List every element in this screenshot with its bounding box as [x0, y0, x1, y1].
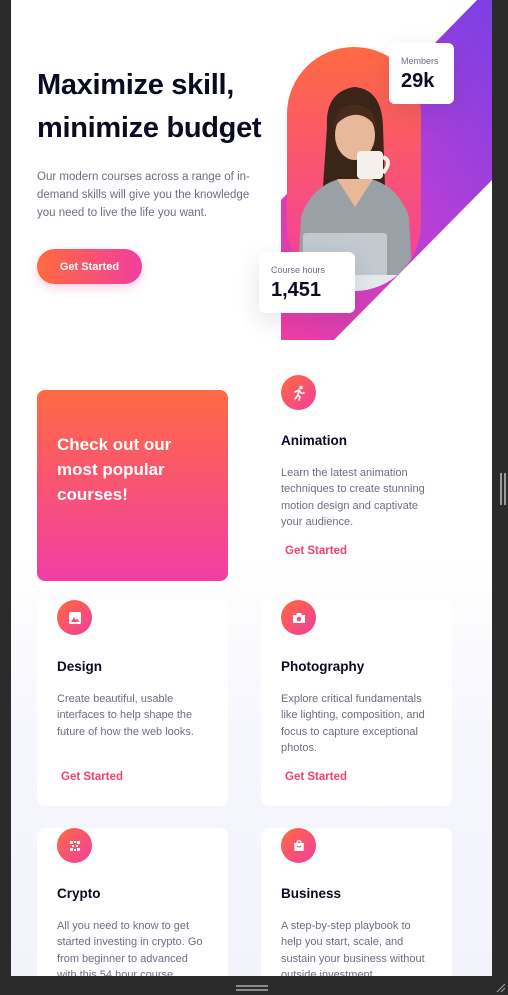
app-viewport: Maximize skill, minimize budget Our mode… — [11, 0, 492, 976]
hero-title-line2: minimize budget — [37, 112, 262, 144]
hero-title: Maximize skill, minimize budget — [37, 64, 287, 150]
course-description: All you need to know to get started inve… — [57, 920, 203, 976]
crypto-icon — [57, 828, 92, 863]
shopping-bag-icon — [281, 828, 316, 863]
course-get-started-link[interactable]: Get Started — [61, 771, 123, 783]
course-title: Animation — [281, 433, 347, 448]
course-description: Learn the latest animation techniques to… — [281, 467, 425, 528]
hero-get-started-button[interactable]: Get Started — [37, 249, 142, 284]
course-title: Design — [57, 659, 103, 674]
course-description: Explore critical fundamentals like light… — [281, 693, 425, 754]
hero-description: Our modern courses across a range of in-… — [37, 171, 250, 219]
course-hours-value: 1,451 — [271, 279, 322, 301]
course-title: Photography — [281, 659, 365, 674]
camera-icon — [281, 600, 316, 635]
popular-courses-promo: Check out our most popular courses! — [37, 390, 228, 581]
course-description: Create beautiful, usable interfaces to h… — [57, 693, 194, 738]
running-person-icon — [281, 375, 316, 410]
members-label: Members — [401, 56, 439, 66]
course-card-crypto: Crypto All you need to know to get start… — [37, 828, 228, 976]
course-card-photography: Photography Explore critical fundamental… — [261, 600, 452, 806]
course-title: Business — [281, 886, 342, 901]
course-hours-label: Course hours — [271, 265, 326, 275]
course-card-design: Design Create beautiful, usable interfac… — [37, 600, 228, 806]
course-get-started-link[interactable]: Get Started — [285, 771, 347, 783]
resize-handle-icon[interactable] — [236, 985, 268, 991]
side-resize-handle[interactable] — [500, 473, 506, 505]
course-title: Crypto — [57, 886, 101, 901]
hero-title-line1: Maximize skill, — [37, 69, 234, 101]
course-description: A step-by-step playbook to help you star… — [281, 920, 425, 976]
corner-resize-icon[interactable] — [494, 981, 506, 993]
members-stat-card: Members 29k — [389, 43, 454, 104]
promo-text: Check out our most popular courses! — [57, 435, 172, 504]
members-value: 29k — [401, 70, 435, 92]
course-hours-stat-card: Course hours 1,451 — [259, 252, 355, 313]
course-card-business: Business A step-by-step playbook to help… — [261, 828, 452, 976]
image-icon — [57, 600, 92, 635]
course-get-started-link[interactable]: Get Started — [285, 545, 347, 557]
